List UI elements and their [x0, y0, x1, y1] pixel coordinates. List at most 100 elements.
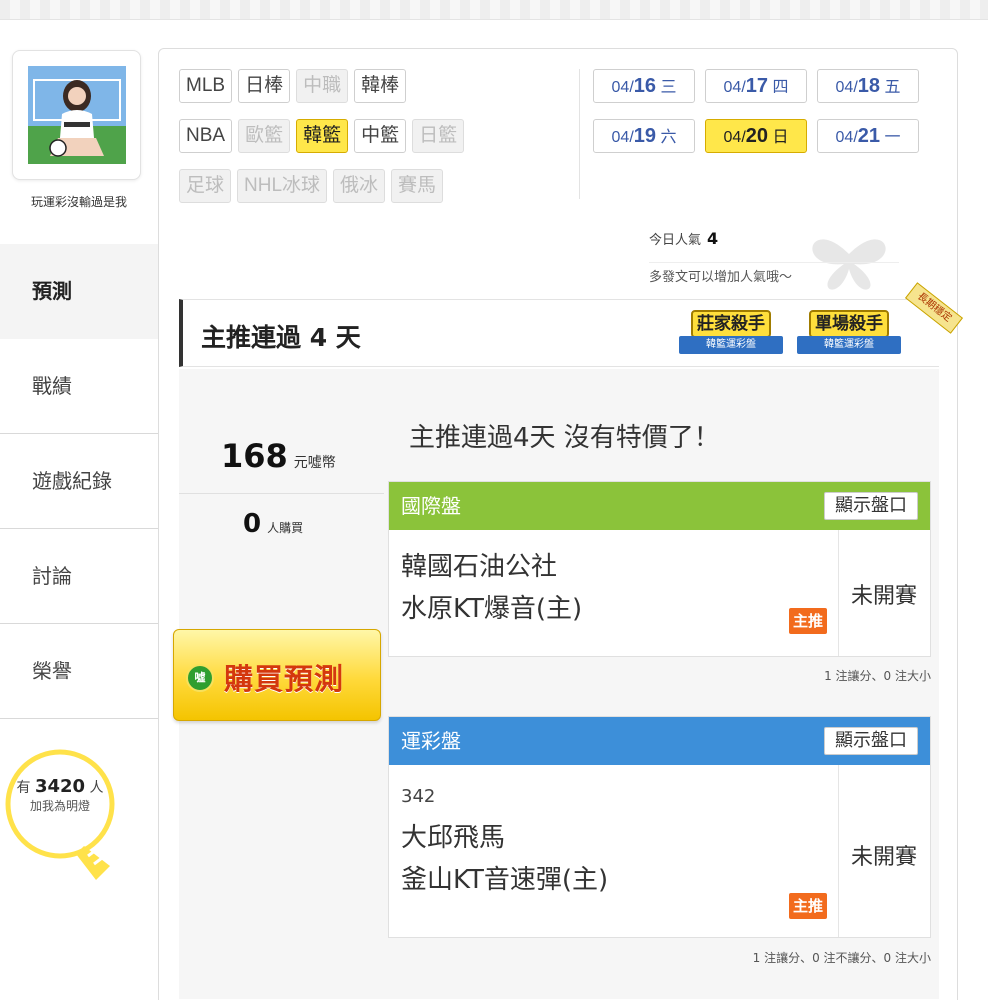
buyers-unit: 人購買 [267, 521, 304, 535]
coin-icon: 噓 [186, 664, 214, 692]
badge-single-game-killer: 單場殺手 韓籃運彩盤 [797, 306, 901, 362]
date-month: 04/ [723, 129, 746, 146]
fans-count: 有 3420 人 加我為明燈 [4, 778, 116, 815]
sport-chip-korea-basketball[interactable]: 韓籃 [296, 119, 349, 153]
fans-unit: 人 [89, 780, 104, 796]
long-term-stable-tag: 長期穩定 [904, 282, 964, 334]
pick-header: 運彩盤 顯示盤口 [389, 717, 930, 765]
date-row-2: 04/19 六 04/20 日 04/21 一 [593, 119, 933, 169]
sport-row-2: NBA 歐籃 韓籃 中籃 日籃 [179, 119, 569, 169]
date-weekday: 日 [772, 129, 789, 146]
badge-ribbon: 韓籃運彩盤 [797, 336, 901, 354]
side-item-predict[interactable]: 預測 [0, 244, 158, 339]
date-day: 21 [857, 125, 881, 147]
bet-note: 1 注讓分、0 注大小 [824, 669, 931, 683]
date-chip-0420[interactable]: 04/20 日 [705, 119, 807, 153]
pick-body: 韓國石油公社 水原KT爆音(主) 主推 未開賽 [389, 530, 930, 656]
date-weekday: 五 [884, 79, 901, 96]
badge-title: 莊家殺手 [691, 310, 771, 338]
date-chip-0416[interactable]: 04/16 三 [593, 69, 695, 103]
date-weekday: 一 [884, 129, 901, 146]
date-selector: 04/16 三 04/17 四 04/18 五 04/19 六 04/20 日 … [593, 69, 933, 169]
date-day: 17 [745, 75, 769, 97]
sport-chip-mlb[interactable]: MLB [179, 69, 233, 103]
pick-body: 342 大邱飛馬 釜山KT音速彈(主) 主推 未開賽 [389, 765, 930, 937]
show-odds-button[interactable]: 顯示盤口 [824, 727, 918, 755]
show-odds-button[interactable]: 顯示盤口 [824, 492, 918, 520]
buyers-value: 0 [243, 509, 262, 539]
sport-chip-nba[interactable]: NBA [179, 119, 233, 153]
streak-title: 主推連過 4 天 [201, 323, 361, 352]
bet-note: 1 注讓分、0 注不讓分、0 注大小 [752, 951, 931, 965]
pick-card-international: 國際盤 顯示盤口 韓國石油公社 水原KT爆音(主) 主推 未開賽 [388, 481, 931, 657]
buyers: 0 人購買 [243, 509, 303, 539]
user-name[interactable]: 玩運彩沒輸過是我 [4, 193, 154, 210]
date-weekday: 六 [660, 129, 677, 146]
side-item-game-history[interactable]: 遊戲紀錄 [0, 434, 158, 529]
sport-chip-china-basketball[interactable]: 中籃 [354, 119, 407, 153]
date-row-1: 04/16 三 04/17 四 04/18 五 [593, 69, 933, 119]
team-home: 釜山KT音速彈(主) [401, 865, 609, 895]
teams-column: 韓國石油公社 水原KT爆音(主) [389, 530, 839, 656]
sport-chip-nhl: NHL冰球 [237, 169, 328, 203]
popularity-label: 今日人氣 [649, 233, 702, 248]
game-status: 未開賽 [850, 584, 917, 609]
date-month: 04/ [611, 79, 634, 96]
player-avatar-icon [28, 66, 126, 164]
sport-chip-euro-basketball: 歐籃 [238, 119, 291, 153]
date-day: 18 [857, 75, 881, 97]
sport-chip-npb[interactable]: 日棒 [238, 69, 291, 103]
avatar-card[interactable] [12, 50, 141, 180]
market-name: 運彩盤 [401, 729, 461, 753]
date-chip-0418[interactable]: 04/18 五 [817, 69, 919, 103]
sport-chip-russian-hockey: 俄冰 [333, 169, 386, 203]
sport-chip-cpbl: 中職 [296, 69, 349, 103]
popularity-line: 今日人氣 4 [649, 229, 899, 263]
popularity-tip: 多發文可以增加人氣哦～ [649, 270, 793, 285]
sport-chip-horse-racing: 賽馬 [391, 169, 444, 203]
date-chip-0419[interactable]: 04/19 六 [593, 119, 695, 153]
side-menu: 預測 戰績 遊戲紀錄 討論 榮譽 [0, 244, 158, 719]
date-chip-0421[interactable]: 04/21 一 [817, 119, 919, 153]
date-weekday: 三 [660, 79, 677, 96]
avatar[interactable] [28, 66, 126, 164]
fans-prefix: 有 [16, 780, 31, 796]
price-divider [179, 493, 384, 494]
date-chip-0417[interactable]: 04/17 四 [705, 69, 807, 103]
badge-bookmaker-killer: 莊家殺手 韓籃運彩盤 [679, 306, 783, 362]
side-item-record[interactable]: 戰績 [0, 339, 158, 434]
badge-title: 單場殺手 [809, 310, 889, 338]
sport-chip-soccer: 足球 [179, 169, 232, 203]
fans-sub-label: 加我為明燈 [29, 799, 90, 813]
date-month: 04/ [835, 129, 858, 146]
pick-header: 國際盤 顯示盤口 [389, 482, 930, 530]
price-unit: 元噓幣 [293, 455, 336, 471]
pick-card-sports-lottery: 運彩盤 顯示盤口 342 大邱飛馬 釜山KT音速彈(主) 主推 未開賽 [388, 716, 931, 938]
promo-text: 主推連過4天 沒有特價了！ [409, 423, 720, 453]
sport-chip-kbo[interactable]: 韓棒 [354, 69, 407, 103]
buy-prediction-button[interactable]: 噓 購買預測 [173, 629, 381, 721]
date-month: 04/ [835, 79, 858, 96]
buy-prediction-label: 購買預測 [224, 662, 345, 696]
game-status: 未開賽 [850, 845, 917, 870]
side-item-discussion[interactable]: 討論 [0, 529, 158, 624]
team-away: 大邱飛馬 [401, 823, 506, 853]
sport-chip-japan-basketball: 日籃 [412, 119, 465, 153]
teams-column: 342 大邱飛馬 釜山KT音速彈(主) [389, 765, 839, 937]
date-day: 19 [633, 125, 657, 147]
main-pick-tag: 主推 [789, 608, 827, 634]
price: 168 元噓幣 [221, 437, 336, 475]
sport-row-3: 足球 NHL冰球 俄冰 賽馬 [179, 169, 569, 219]
side-item-honor[interactable]: 榮譽 [0, 624, 158, 719]
date-month: 04/ [611, 129, 634, 146]
fans-number: 3420 [34, 776, 86, 797]
sport-row-1: MLB 日棒 中職 韓棒 [179, 69, 569, 119]
date-day: 20 [745, 125, 769, 147]
date-weekday: 四 [772, 79, 789, 96]
date-day: 16 [633, 75, 657, 97]
streak-header: 主推連過 4 天 莊家殺手 韓籃運彩盤 單場殺手 韓籃運彩盤 長期穩定 [179, 282, 964, 367]
follow-lightbulb[interactable]: 有 3420 人 加我為明燈 [4, 748, 122, 888]
game-number: 342 [401, 786, 436, 807]
filter-divider [579, 69, 580, 199]
date-month: 04/ [723, 79, 746, 96]
